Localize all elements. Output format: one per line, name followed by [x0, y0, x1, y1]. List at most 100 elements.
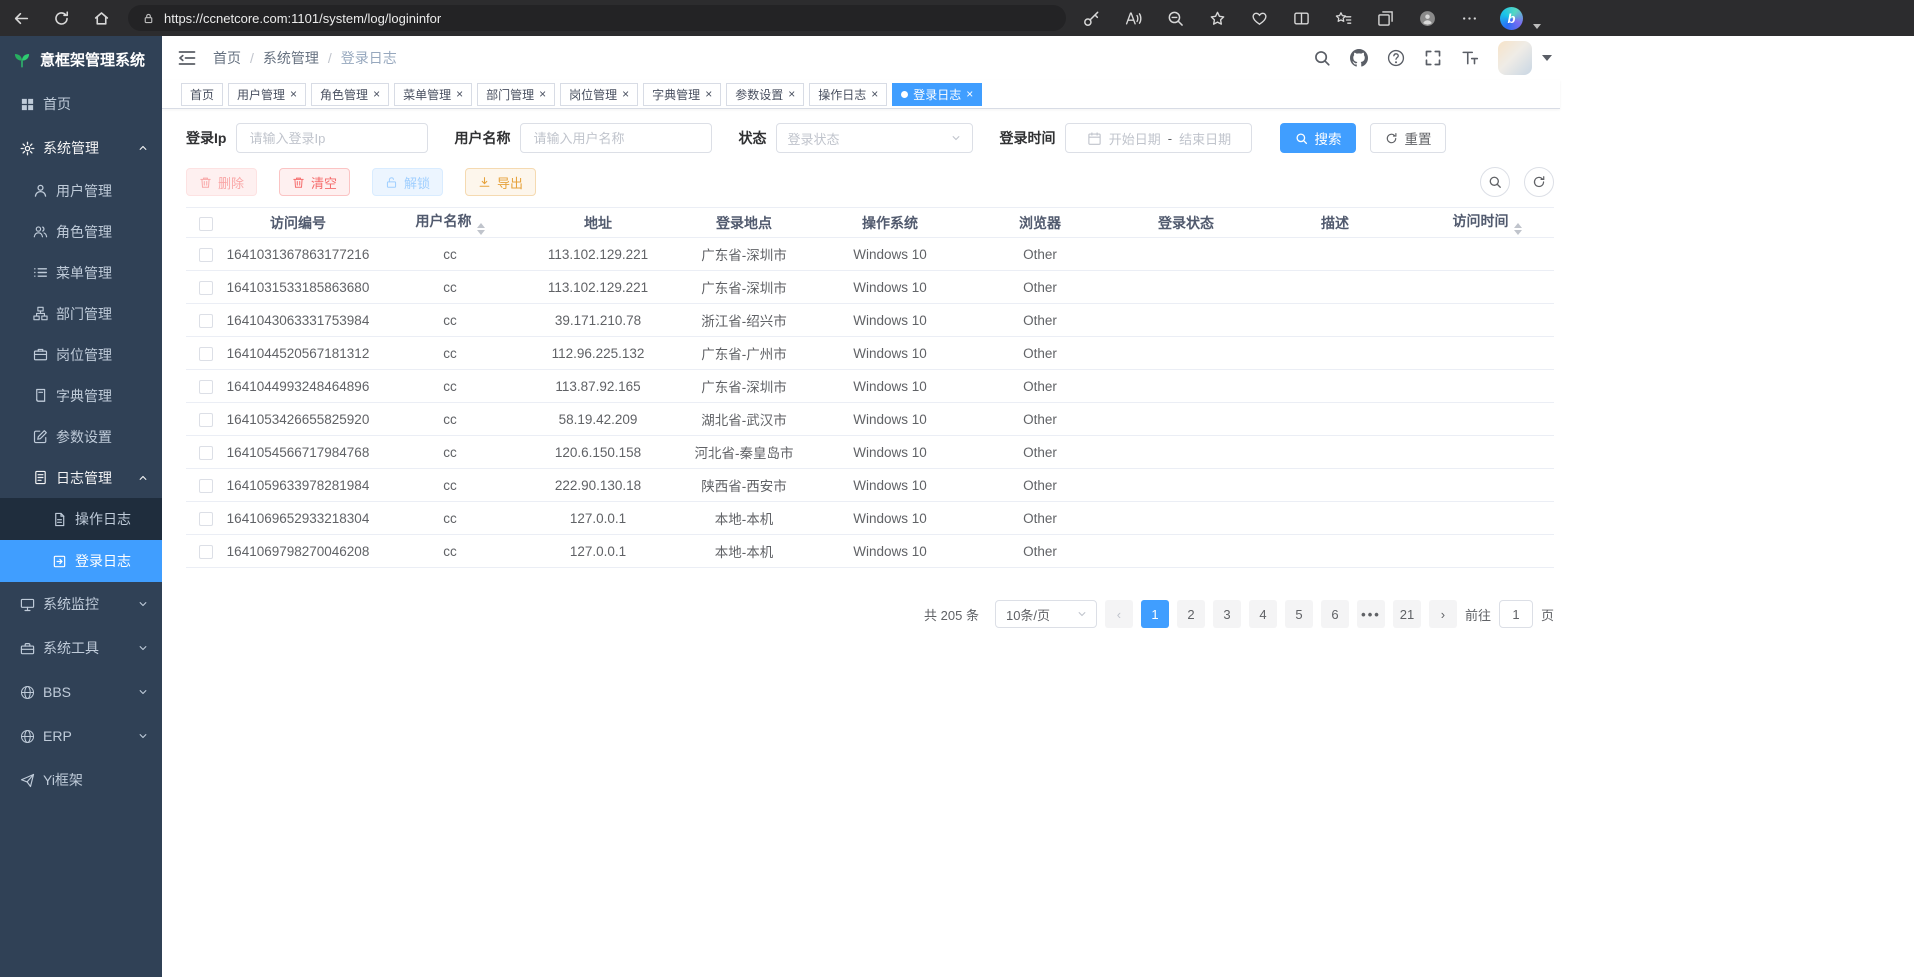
breadcrumb-system[interactable]: 系统管理 [263, 48, 319, 68]
row-checkbox[interactable] [199, 380, 213, 394]
sort-icon[interactable] [1514, 223, 1522, 235]
toggle-search-button[interactable] [1480, 167, 1510, 197]
sidebar-item-user-management[interactable]: 用户管理 [0, 170, 162, 211]
tab-1[interactable]: 用户管理× [228, 83, 306, 106]
column-header[interactable]: 访问时间 [1420, 208, 1554, 238]
profile-icon[interactable] [1416, 7, 1438, 29]
reset-button[interactable]: 重置 [1370, 123, 1446, 153]
password-key-icon[interactable] [1080, 7, 1102, 29]
sidebar-item-menu-management[interactable]: 菜单管理 [0, 252, 162, 293]
row-checkbox[interactable] [199, 248, 213, 262]
delete-button[interactable]: 删除 [186, 168, 257, 196]
tab-2[interactable]: 角色管理× [311, 83, 389, 106]
table-row[interactable]: 1641059633978281984cc222.90.130.18陕西省-西安… [186, 469, 1554, 502]
status-select[interactable]: 登录状态 [776, 123, 973, 153]
close-icon[interactable]: × [966, 88, 973, 100]
breadcrumb-home[interactable]: 首页 [213, 48, 241, 68]
sidebar-item-yi-framework[interactable]: Yi框架 [0, 758, 162, 802]
page-goto-input[interactable] [1499, 600, 1533, 628]
tab-8[interactable]: 操作日志× [809, 83, 887, 106]
sidebar-item-home[interactable]: 首页 [0, 82, 162, 126]
export-button[interactable]: 导出 [465, 168, 536, 196]
sidebar-item-erp[interactable]: ERP [0, 714, 162, 758]
column-header[interactable]: 用户名称 [370, 208, 530, 238]
close-icon[interactable]: × [290, 88, 297, 100]
table-row[interactable]: 1641053426655825920cc58.19.42.209湖北省-武汉市… [186, 403, 1554, 436]
sidebar-item-system-monitor[interactable]: 系统监控 [0, 582, 162, 626]
favorite-add-icon[interactable] [1206, 7, 1228, 29]
split-screen-icon[interactable] [1290, 7, 1312, 29]
avatar[interactable] [1498, 41, 1532, 75]
select-all-checkbox[interactable] [199, 217, 213, 231]
sidebar-item-login-log[interactable]: 登录日志 [0, 540, 162, 582]
refresh-table-button[interactable] [1524, 167, 1554, 197]
address-bar[interactable]: https://ccnetcore.com:1101/system/log/lo… [128, 5, 1066, 31]
sidebar-item-dict-management[interactable]: 字典管理 [0, 375, 162, 416]
zoom-out-icon[interactable] [1164, 7, 1186, 29]
tab-3[interactable]: 菜单管理× [394, 83, 472, 106]
user-name-input[interactable] [531, 130, 701, 147]
table-row[interactable]: 1641069798270046208cc127.0.0.1本地-本机Windo… [186, 535, 1554, 568]
sidebar-collapse-icon[interactable] [162, 48, 206, 68]
clear-button[interactable]: 清空 [279, 168, 350, 196]
tab-0[interactable]: 首页 [181, 83, 223, 106]
page-button-6[interactable]: 6 [1321, 600, 1349, 628]
table-row[interactable]: 1641044993248464896cc113.87.92.165广东省-深圳… [186, 370, 1554, 403]
collections-icon[interactable] [1374, 7, 1396, 29]
page-button-1[interactable]: 1 [1141, 600, 1169, 628]
sidebar-item-system-management[interactable]: 系统管理 [0, 126, 162, 170]
table-row[interactable]: 1641054566717984768cc120.6.150.158河北省-秦皇… [186, 436, 1554, 469]
date-range-picker[interactable]: 开始日期 - 结束日期 [1065, 123, 1252, 153]
sidebar-item-post-management[interactable]: 岗位管理 [0, 334, 162, 375]
browser-essentials-icon[interactable] [1248, 7, 1270, 29]
row-checkbox[interactable] [199, 413, 213, 427]
tab-4[interactable]: 部门管理× [477, 83, 555, 106]
close-icon[interactable]: × [622, 88, 629, 100]
login-ip-input[interactable] [247, 130, 417, 147]
unlock-button[interactable]: 解锁 [372, 168, 443, 196]
page-button-2[interactable]: 2 [1177, 600, 1205, 628]
read-aloud-icon[interactable] [1122, 7, 1144, 29]
fullscreen-icon[interactable] [1424, 49, 1442, 67]
header-search-icon[interactable] [1313, 49, 1331, 67]
page-button-21[interactable]: 21 [1393, 600, 1421, 628]
close-icon[interactable]: × [456, 88, 463, 100]
sidebar-item-bbs[interactable]: BBS [0, 670, 162, 714]
tab-7[interactable]: 参数设置× [726, 83, 804, 106]
page-button-3[interactable]: 3 [1213, 600, 1241, 628]
tab-6[interactable]: 字典管理× [643, 83, 721, 106]
table-row[interactable]: 1641069652933218304cc127.0.0.1本地-本机Windo… [186, 502, 1554, 535]
sidebar-item-dept-management[interactable]: 部门管理 [0, 293, 162, 334]
row-checkbox[interactable] [199, 545, 213, 559]
favorites-icon[interactable] [1332, 7, 1354, 29]
close-icon[interactable]: × [788, 88, 795, 100]
next-page-button[interactable]: › [1429, 600, 1457, 628]
row-checkbox[interactable] [199, 347, 213, 361]
sidebar-item-param-settings[interactable]: 参数设置 [0, 416, 162, 457]
more-icon[interactable] [1458, 7, 1480, 29]
prev-page-button[interactable]: ‹ [1105, 600, 1133, 628]
row-checkbox[interactable] [199, 314, 213, 328]
tab-9[interactable]: 登录日志× [892, 83, 982, 106]
copilot-caret-icon[interactable] [1533, 24, 1541, 29]
sidebar-item-system-tools[interactable]: 系统工具 [0, 626, 162, 670]
row-checkbox[interactable] [199, 512, 213, 526]
tab-5[interactable]: 岗位管理× [560, 83, 638, 106]
page-size-select[interactable]: 10条/页 [995, 600, 1097, 628]
sidebar-item-log-management[interactable]: 日志管理 [0, 457, 162, 498]
row-checkbox[interactable] [199, 281, 213, 295]
github-icon[interactable] [1350, 49, 1368, 67]
close-icon[interactable]: × [539, 88, 546, 100]
browser-home-icon[interactable] [90, 7, 112, 29]
sidebar-item-role-management[interactable]: 角色管理 [0, 211, 162, 252]
table-row[interactable]: 1641031533185863680cc113.102.129.221广东省-… [186, 271, 1554, 304]
sort-icon[interactable] [477, 223, 485, 235]
sidebar-item-operation-log[interactable]: 操作日志 [0, 498, 162, 540]
page-button-4[interactable]: 4 [1249, 600, 1277, 628]
row-checkbox[interactable] [199, 479, 213, 493]
table-row[interactable]: 1641044520567181312cc112.96.225.132广东省-广… [186, 337, 1554, 370]
avatar-caret-icon[interactable] [1542, 55, 1552, 61]
close-icon[interactable]: × [705, 88, 712, 100]
row-checkbox[interactable] [199, 446, 213, 460]
page-ellipsis[interactable]: ••• [1357, 600, 1385, 628]
